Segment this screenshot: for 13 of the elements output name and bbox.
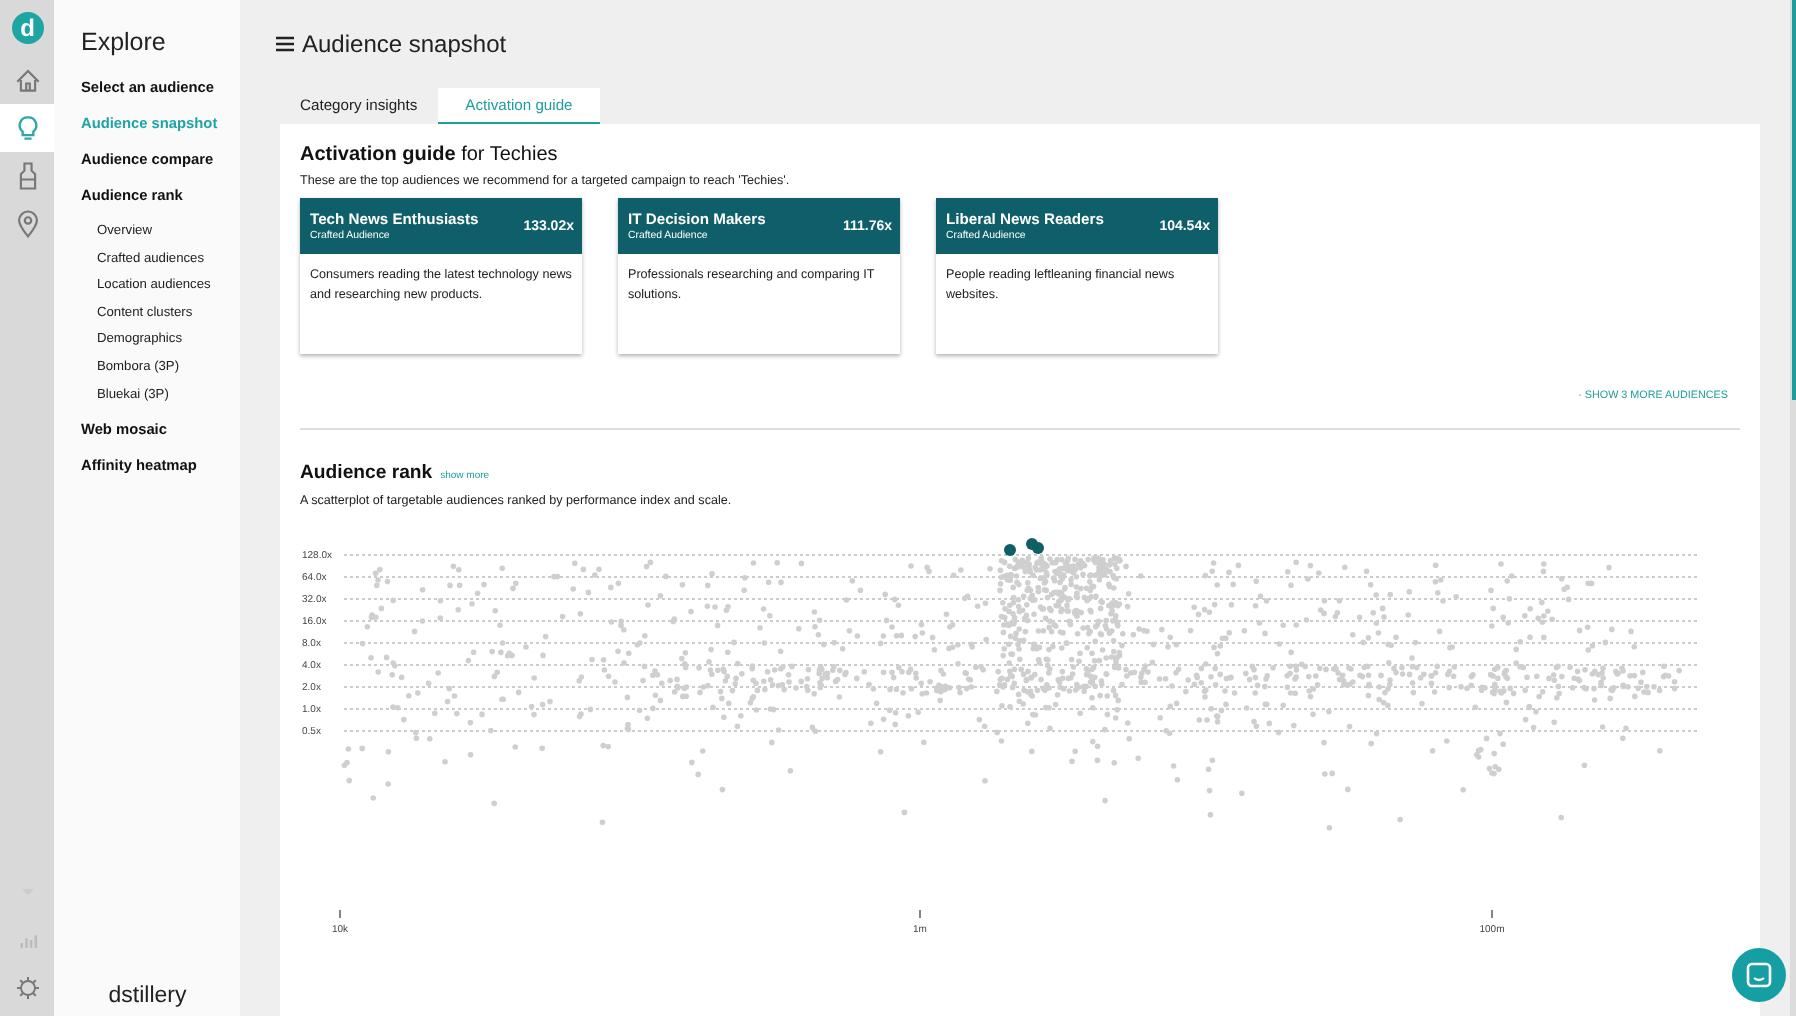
sidebar-title: Explore — [80, 28, 168, 56]
chat-icon — [1746, 962, 1772, 988]
settings-icon[interactable] — [13, 974, 42, 1002]
highlighted-points-drawing — [1004, 538, 1044, 556]
menu-icon[interactable] — [276, 36, 294, 52]
section-title: Activation guide for Techies — [300, 144, 560, 166]
nav-icon-button[interactable] — [0, 104, 55, 152]
brand-name: dstillery — [106, 984, 189, 1012]
section-title: Audience rank — [300, 462, 433, 484]
page-title: Audience snapshot — [302, 30, 507, 58]
scrollbar[interactable] — [1792, 0, 1796, 400]
chat-button[interactable] — [1732, 948, 1786, 1002]
house-icon — [11, 64, 44, 96]
